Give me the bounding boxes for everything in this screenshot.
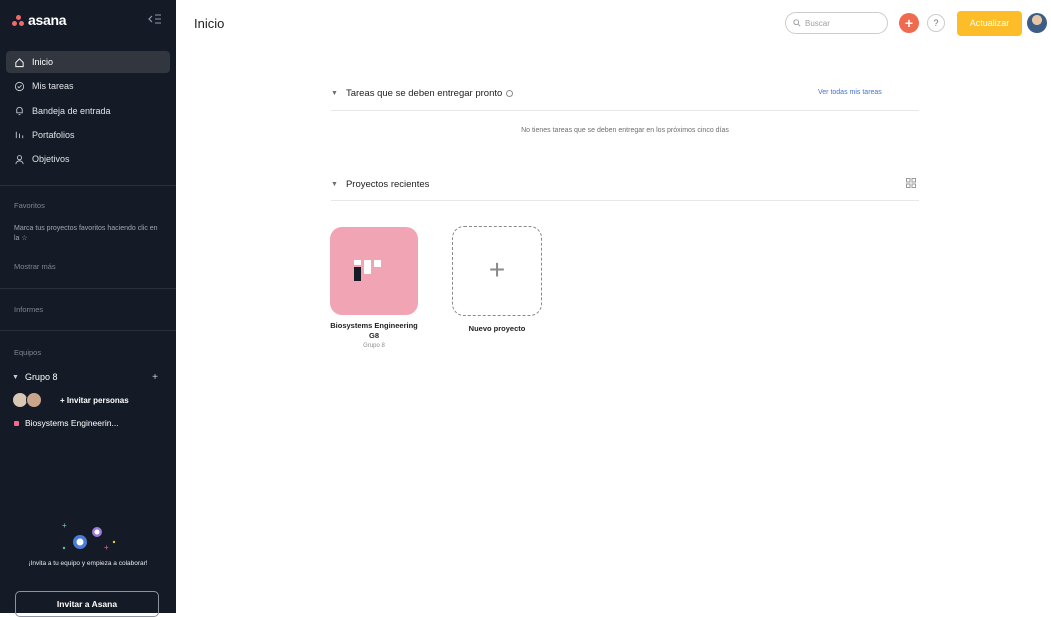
tasks-section-title: Tareas que se deben entregar pronto	[345, 87, 503, 99]
invite-text: ¡Invita a tu equipo y empieza a colabora…	[28, 560, 148, 567]
favorites-title: Favoritos	[14, 201, 45, 210]
invite-illustration: + +	[62, 521, 116, 552]
divider	[0, 330, 176, 331]
project-color-dot	[14, 420, 19, 426]
svg-text:+: +	[104, 543, 109, 552]
new-project-button[interactable]: +	[452, 226, 542, 316]
section-divider	[331, 200, 919, 201]
sidebar-nav: Inicio Mis tareas Bandeja de entrada Por…	[6, 51, 170, 172]
user-avatar[interactable]	[1027, 13, 1047, 33]
see-all-tasks-link[interactable]: Ver todas mis tareas	[818, 89, 882, 96]
project-name[interactable]: Biosystems Engineering G8	[330, 321, 418, 341]
reports-title[interactable]: Informes	[14, 305, 43, 314]
sidebar-item-objetivos[interactable]: Objetivos	[6, 148, 170, 170]
search-icon	[793, 19, 801, 27]
add-team-project-icon[interactable]: +	[152, 372, 158, 383]
project-tile[interactable]	[330, 227, 418, 315]
divider	[0, 288, 176, 289]
invite-people-button[interactable]: + Invitar personas	[60, 396, 129, 405]
invite-to-asana-button[interactable]: Invitar a Asana	[15, 591, 159, 617]
svg-text:+: +	[62, 521, 67, 530]
sidebar-item-label: Mis tareas	[32, 81, 74, 92]
help-button[interactable]: ?	[927, 14, 945, 32]
quick-add-button[interactable]: +	[899, 13, 919, 33]
divider	[0, 185, 176, 186]
plus-icon: +	[488, 254, 506, 285]
asana-logo-icon	[12, 14, 24, 26]
chevron-down-icon[interactable]: ▼	[12, 374, 19, 381]
new-project-label[interactable]: Nuevo proyecto	[452, 324, 542, 333]
bar-chart-icon	[14, 129, 25, 140]
section-divider	[331, 110, 919, 111]
check-circle-icon	[14, 81, 25, 92]
upgrade-button[interactable]: Actualizar	[957, 11, 1022, 36]
teams-title: Equipos	[14, 348, 42, 357]
bell-icon	[14, 105, 25, 116]
search-input[interactable]: Buscar	[785, 12, 888, 34]
search-placeholder: Buscar	[805, 18, 830, 28]
board-project-icon	[354, 260, 381, 281]
sidebar-item-bandeja[interactable]: Bandeja de entrada	[6, 100, 170, 122]
tasks-empty-message: No tienes tareas que se deben entregar e…	[521, 127, 729, 134]
sidebar-item-label: Portafolios	[32, 129, 75, 140]
sidebar-item-label: Objetivos	[32, 154, 70, 165]
collapse-sidebar-icon[interactable]	[147, 13, 163, 27]
show-more-link[interactable]: Mostrar más	[14, 262, 56, 271]
team-members: + Invitar personas	[12, 391, 129, 409]
asana-logo[interactable]: asana	[12, 9, 67, 31]
favorites-hint: Marca tus proyectos favoritos haciendo c…	[14, 225, 158, 242]
home-icon	[14, 57, 25, 68]
chevron-down-icon[interactable]: ▼	[331, 181, 338, 188]
project-team: Grupo 8	[363, 343, 385, 349]
info-icon[interactable]	[506, 89, 514, 97]
grid-view-icon[interactable]	[906, 178, 916, 188]
page-title: Inicio	[194, 16, 225, 31]
brand-name: asana	[28, 12, 67, 28]
sidebar-project-item[interactable]: Biosystems Engineerin...	[14, 418, 119, 428]
chevron-down-icon[interactable]: ▼	[331, 90, 338, 97]
sidebar-item-label: Bandeja de entrada	[32, 105, 111, 116]
team-name: Grupo 8	[24, 372, 58, 382]
projects-section-title: Proyectos recientes	[345, 178, 430, 190]
sidebar-item-mis-tareas[interactable]: Mis tareas	[6, 75, 170, 97]
person-icon	[14, 154, 25, 165]
team-row[interactable]: ▼ Grupo 8 +	[12, 370, 168, 384]
projects-section-header[interactable]: ▼ Proyectos recientes	[331, 173, 919, 195]
sidebar-item-portafolios[interactable]: Portafolios	[6, 124, 170, 146]
sidebar: asana Inicio Mis tareas Bandeja de entra…	[0, 0, 176, 617]
sidebar-project-label: Biosystems Engineerin...	[25, 418, 119, 428]
avatar[interactable]	[26, 392, 42, 408]
sidebar-item-label: Inicio	[32, 57, 54, 67]
sidebar-item-inicio[interactable]: Inicio	[6, 51, 170, 73]
